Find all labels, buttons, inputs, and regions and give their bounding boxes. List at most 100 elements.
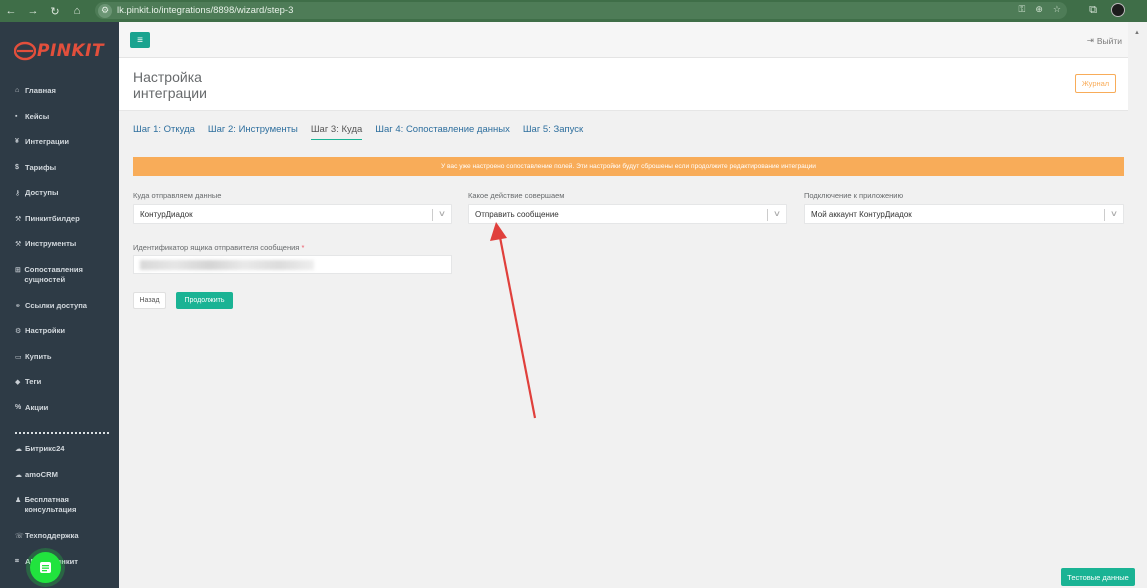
hamburger-icon: ≡ <box>137 34 143 46</box>
chat-widget-button[interactable] <box>30 552 61 583</box>
sidebar-item-label: Сопоставления сущностей <box>24 264 83 284</box>
wrench-icon: ⚒ <box>15 241 22 248</box>
sidebar-item[interactable]: ⚷ Доступы <box>0 188 119 214</box>
select-separator <box>1104 209 1105 221</box>
sidebar-item-label: Интеграции <box>25 137 70 146</box>
sidebar-item[interactable]: ⚒ Инструменты <box>0 239 119 265</box>
back-button[interactable]: Назад <box>133 292 166 309</box>
menu-toggle-button[interactable]: ≡ <box>130 32 150 48</box>
redacted-value <box>140 260 314 270</box>
logout-label: Выйти <box>1096 35 1122 46</box>
key-icon: ⚷ <box>15 190 21 197</box>
sidebar-item[interactable]: ♟ Бесплатная консультация <box>0 495 119 531</box>
plug-icon: ¥ <box>15 138 19 145</box>
sidebar-item-label: Теги <box>25 377 42 386</box>
sidebar-item[interactable]: ⚭ Ссылки доступа <box>0 301 119 327</box>
sidebar-item-label: Пинкитбилдер <box>25 213 80 223</box>
sidebar-item[interactable]: ☁ amoCRM <box>0 470 119 496</box>
scroll-up-icon[interactable]: ▲ <box>1134 30 1140 36</box>
sidebar-item-label: Техподдержка <box>25 531 79 540</box>
sidebar-item[interactable]: ⚙ Настройки <box>0 326 119 352</box>
sidebar-item[interactable]: ¥ Интеграции <box>0 137 119 163</box>
percent-icon: % <box>15 403 22 411</box>
connection-select[interactable]: Мой аккаунт КонтурДиадок ∨ <box>804 204 1124 224</box>
sidebar-item-label: Настройки <box>25 326 66 335</box>
sender-box-label-text: Идентификатор ящика отправителя сообщени… <box>133 243 300 252</box>
reload-icon[interactable]: ↻ <box>44 0 66 22</box>
sender-box-input[interactable] <box>133 255 452 274</box>
sidebar-item[interactable]: ▭ Купить <box>0 352 119 378</box>
sidebar-item[interactable]: ⊞ Сопоставления сущностей <box>0 265 119 301</box>
pinkit-logo[interactable]: PINKIT <box>14 41 104 61</box>
dollar-icon: $ <box>15 163 19 171</box>
destination-select[interactable]: КонтурДиадок ∨ <box>133 204 452 224</box>
forward-arrow-icon[interactable]: → <box>22 0 44 22</box>
table-icon: ⊞ <box>15 266 21 274</box>
sidebar-item[interactable]: $ Тарифы <box>0 163 119 189</box>
support-icon: ☏ <box>15 533 24 540</box>
sidebar: PINKIT ⌂ Главная ▪ Кейсы ¥ Интеграции $ Тарифы ⚷… <box>0 22 119 588</box>
logo-text: PINKIT <box>37 41 105 61</box>
url-text: lk.pinkit.io/integrations/8898/wizard/st… <box>117 5 294 16</box>
sidebar-item[interactable]: ▪ Кейсы <box>0 112 119 138</box>
sidebar-item[interactable]: ⚒ Пинкитбилдер <box>0 214 119 240</box>
link-icon: ⚭ <box>15 302 21 310</box>
sidebar-item-label: Тарифы <box>25 162 57 172</box>
briefcase-icon: ▪ <box>15 112 18 120</box>
tab-step-1[interactable]: Шаг 1: Откуда <box>133 124 195 140</box>
chevron-down-icon: ∨ <box>1109 209 1119 218</box>
page-header: Настройка интеграции Журнал <box>119 58 1128 111</box>
cloud-icon: ☁ <box>15 471 22 479</box>
cloud-icon: ☁ <box>15 446 22 453</box>
sidebar-item-label: Акции <box>25 402 49 412</box>
tab-step-3[interactable]: Шаг 3: Куда <box>310 124 363 140</box>
pinkit-logo-icon <box>14 41 36 61</box>
sidebar-item-label: Ссылки доступа <box>25 300 88 310</box>
sidebar-item-label: amoCRM <box>25 469 58 479</box>
address-bar[interactable]: ⚙ lk.pinkit.io/integrations/8898/wizard/… <box>95 2 1067 19</box>
code-icon: ⌗ <box>15 557 19 565</box>
sidebar-item-label: Кейсы <box>25 111 50 121</box>
sidebar-item[interactable]: % Акции <box>0 403 119 429</box>
sidebar-item[interactable]: ◆ Теги <box>0 377 119 403</box>
sidebar-item-label: Главная <box>25 86 56 95</box>
select-separator <box>432 209 433 221</box>
action-select[interactable]: Отправить сообщение ∨ <box>468 204 787 224</box>
destination-label: Куда отправляем данные <box>133 191 222 200</box>
site-info-icon[interactable]: ⚙ <box>98 3 112 18</box>
select-separator <box>767 209 768 221</box>
star-icon[interactable]: ☆ <box>1053 4 1061 15</box>
action-value: Отправить сообщение <box>475 209 559 219</box>
test-data-button[interactable]: Тестовые данные <box>1061 568 1135 586</box>
continue-button[interactable]: Продолжить <box>176 292 233 309</box>
extensions-icon[interactable]: ⧉ <box>1089 4 1097 17</box>
chevron-down-icon: ∨ <box>437 209 447 218</box>
sidebar-divider <box>15 432 109 434</box>
logout-link[interactable]: ⇥ Выйти <box>1087 35 1122 46</box>
sender-box-label: Идентификатор ящика отправителя сообщени… <box>133 243 304 252</box>
sidebar-item[interactable]: ⌂ Главная <box>0 86 119 112</box>
money-icon: ▭ <box>15 353 22 361</box>
zoom-icon[interactable]: ⊕ <box>1035 4 1043 15</box>
key-icon[interactable]: ⚿ <box>1019 4 1026 15</box>
back-arrow-icon[interactable]: ← <box>0 0 22 22</box>
tab-step-5[interactable]: Шаг 5: Запуск <box>523 124 583 140</box>
sidebar-item[interactable]: ☏ Техподдержка <box>0 531 119 557</box>
connection-value: Мой аккаунт КонтурДиадок <box>811 209 912 219</box>
warning-alert: У вас уже настроено сопоставление полей.… <box>133 157 1124 176</box>
sidebar-item-label: Доступы <box>25 188 59 197</box>
sidebar-item-label: Бесплатная консультация <box>24 495 77 514</box>
journal-button[interactable]: Журнал <box>1075 74 1116 93</box>
tab-step-2[interactable]: Шаг 2: Инструменты <box>208 124 298 140</box>
home-icon: ⌂ <box>15 87 20 94</box>
sidebar-item[interactable]: ☁ Битрикс24 <box>0 444 119 470</box>
sidebar-item-label: Битрикс24 <box>25 444 65 453</box>
page-scrollbar[interactable]: ▲ <box>1128 22 1147 588</box>
sidebar-item-label: Купить <box>25 351 52 361</box>
tab-step-4[interactable]: Шаг 4: Сопоставление данных <box>375 124 510 140</box>
profile-avatar[interactable] <box>1111 3 1125 17</box>
home-icon[interactable]: ⌂ <box>66 0 88 22</box>
sign-out-icon: ⇥ <box>1086 35 1094 45</box>
gears-icon: ⚙ <box>15 328 22 335</box>
destination-value: КонтурДиадок <box>140 209 193 219</box>
